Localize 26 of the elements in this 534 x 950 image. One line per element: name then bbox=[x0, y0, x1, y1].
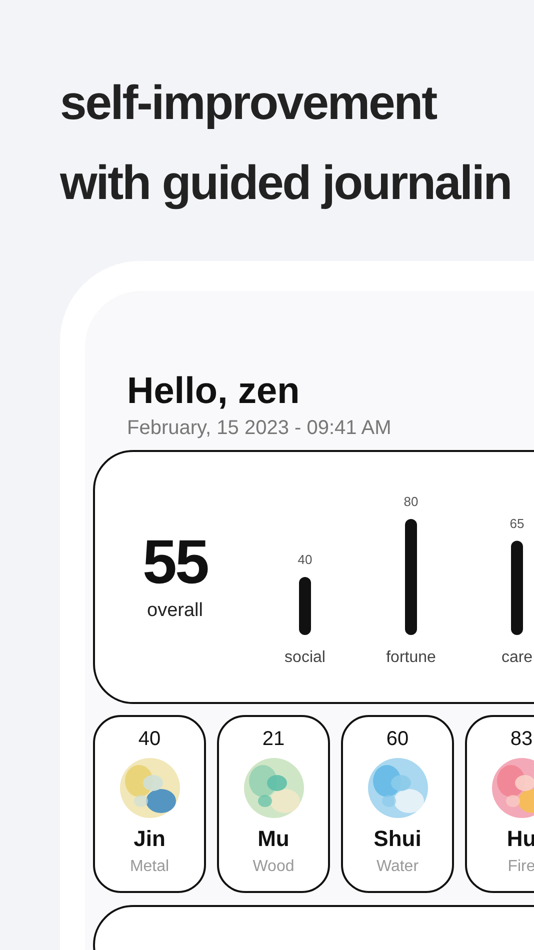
element-score: 21 bbox=[262, 727, 285, 751]
element-score: 83 bbox=[510, 727, 533, 751]
date-text: February, 15 2023 - 09:41 AM bbox=[127, 417, 392, 440]
element-name: Shui bbox=[374, 825, 422, 853]
category-label: fortune bbox=[386, 649, 436, 666]
overall-score: 55 bbox=[142, 530, 208, 596]
element-card[interactable]: 40 Jin Metal bbox=[93, 715, 206, 893]
element-meaning: Water bbox=[376, 858, 419, 876]
element-meaning: Metal bbox=[130, 858, 170, 876]
category-label: social bbox=[284, 649, 326, 666]
element-name: Mu bbox=[258, 825, 290, 853]
greeting-title: Hello, zen bbox=[127, 369, 301, 413]
bar bbox=[299, 577, 311, 635]
value-label: 40 bbox=[298, 552, 312, 567]
overall-label: overall bbox=[147, 600, 203, 622]
category-label: care bbox=[501, 649, 533, 666]
headline: with guided journalin bbox=[60, 156, 512, 212]
element-meaning: Wood bbox=[252, 858, 294, 876]
element-card[interactable]: 60 Shui Water bbox=[341, 715, 454, 893]
headline: self-improvement bbox=[60, 76, 438, 132]
element-card[interactable]: 21 Mu Wood bbox=[217, 715, 330, 893]
value-label: 65 bbox=[510, 516, 524, 531]
element-score: 40 bbox=[138, 727, 161, 751]
element-name: Jin bbox=[134, 825, 166, 853]
element-score: 60 bbox=[386, 727, 409, 751]
value-label: 80 bbox=[404, 494, 418, 509]
